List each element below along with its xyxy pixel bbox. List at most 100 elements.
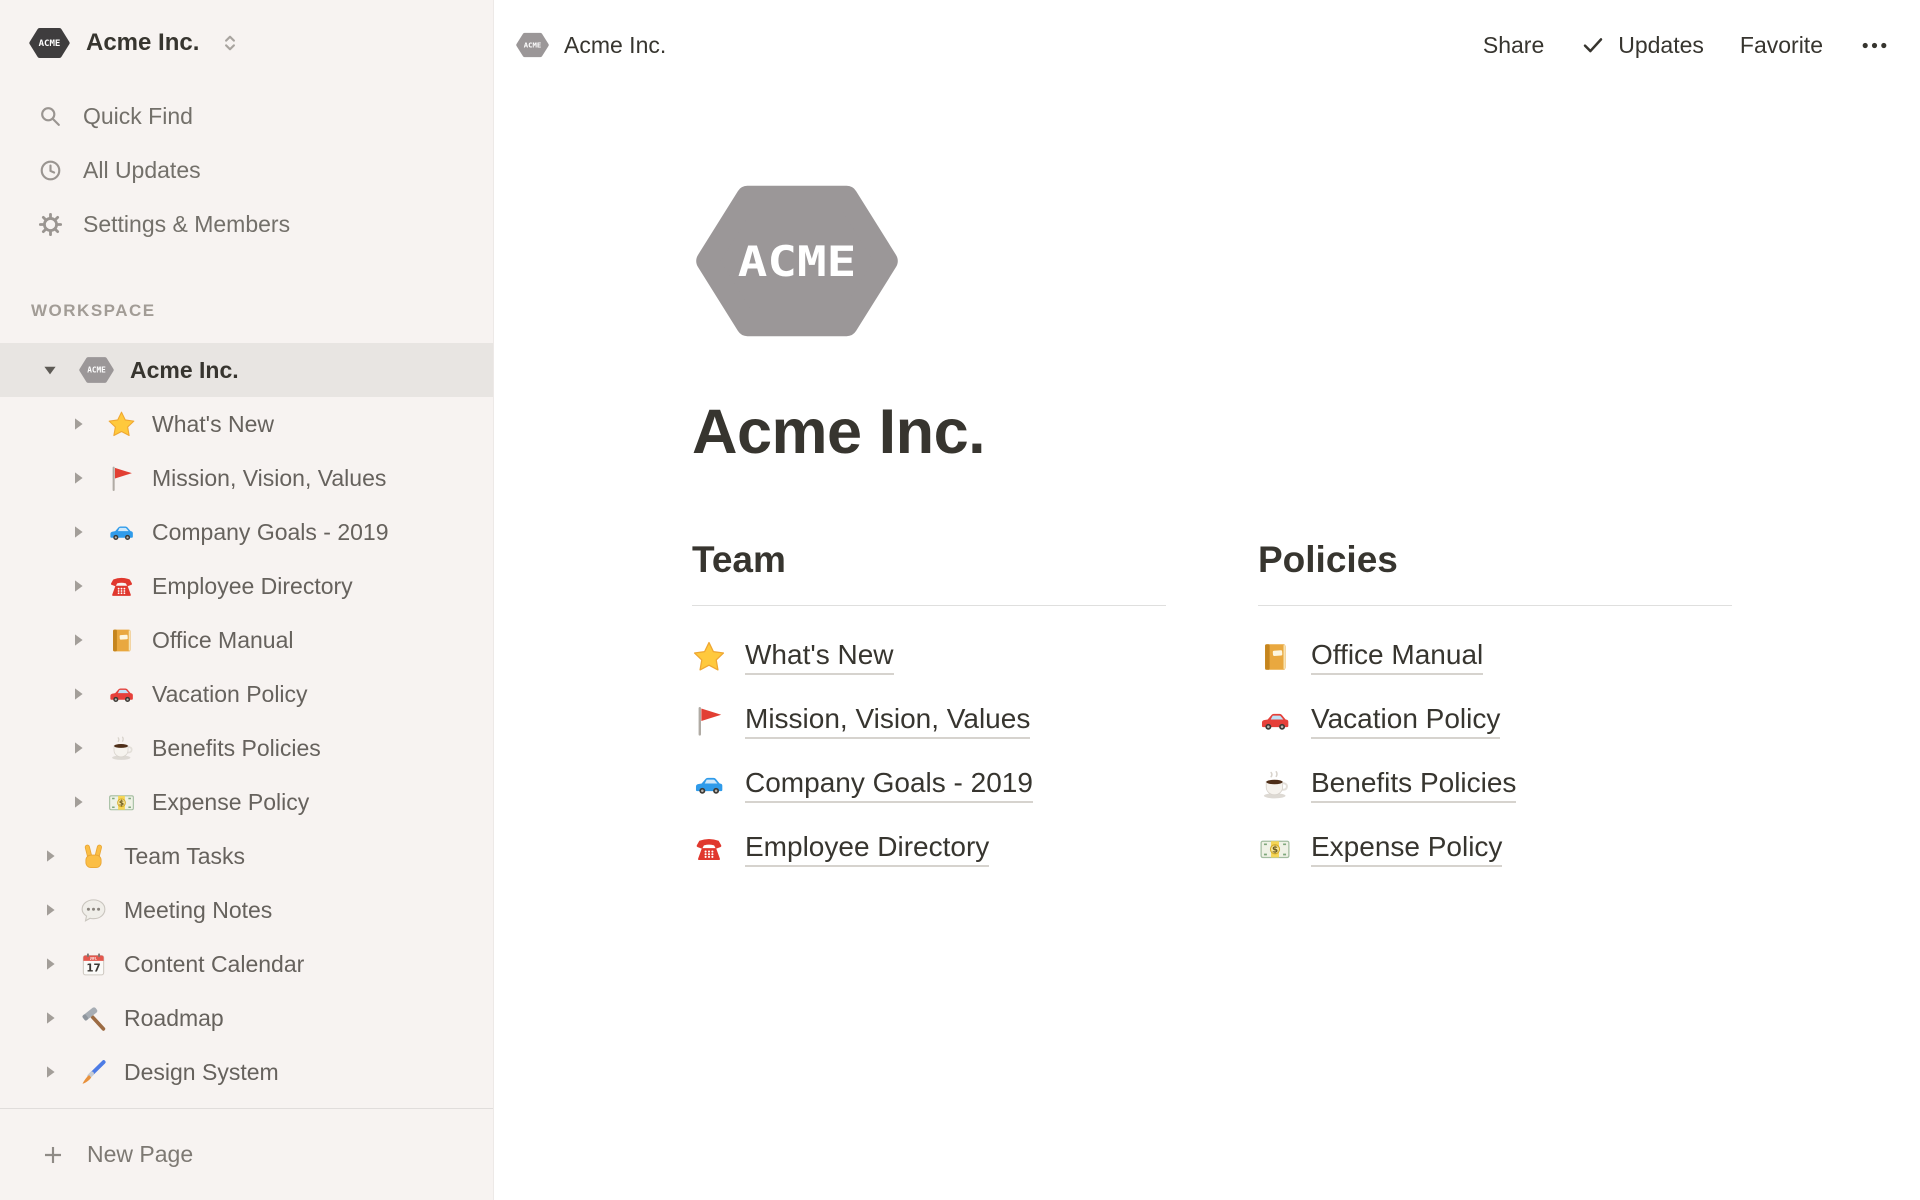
section-heading: Team bbox=[692, 538, 1166, 606]
caret-down-icon[interactable] bbox=[38, 358, 62, 382]
sidebar-page-label: Team Tasks bbox=[124, 843, 245, 870]
page-columns: Team What's New Mission, Vision, Values … bbox=[692, 538, 1920, 881]
breadcrumb-label: Acme Inc. bbox=[564, 32, 666, 59]
sidebar-page-mission-vision-values[interactable]: Mission, Vision, Values bbox=[0, 451, 493, 505]
section-link-list: What's New Mission, Vision, Values Compa… bbox=[692, 625, 1166, 881]
caret-right-icon[interactable] bbox=[66, 790, 90, 814]
speech-balloon-icon bbox=[79, 896, 108, 925]
hammer-icon bbox=[79, 1004, 108, 1033]
page-link-label[interactable]: Employee Directory bbox=[745, 831, 989, 867]
sidebar-page-label: Mission, Vision, Values bbox=[152, 465, 386, 492]
caret-right-icon[interactable] bbox=[66, 628, 90, 652]
page-link-expense-policy: $ Expense Policy bbox=[1258, 817, 1732, 881]
caret-right-icon[interactable] bbox=[66, 736, 90, 760]
updates-button[interactable]: Updates bbox=[1580, 32, 1704, 59]
svg-text:ACME: ACME bbox=[738, 237, 856, 286]
caret-right-icon[interactable] bbox=[66, 682, 90, 706]
caret-right-icon[interactable] bbox=[38, 952, 62, 976]
car-red-icon bbox=[1258, 704, 1292, 738]
new-page-button[interactable]: New Page bbox=[0, 1109, 493, 1200]
page-title: Acme Inc. bbox=[692, 400, 1920, 464]
workspace-switcher[interactable]: ACME Acme Inc. bbox=[0, 0, 493, 79]
flag-icon bbox=[692, 704, 726, 738]
caret-right-icon[interactable] bbox=[66, 574, 90, 598]
more-button[interactable] bbox=[1859, 30, 1890, 61]
plus-icon bbox=[40, 1142, 66, 1168]
sidebar-page-content-calendar[interactable]: JUL 17 Content Calendar bbox=[0, 937, 493, 991]
sidebar-footer: New Page bbox=[0, 1108, 493, 1200]
sidebar-page-roadmap[interactable]: Roadmap bbox=[0, 991, 493, 1045]
sidebar-item-label: Settings & Members bbox=[83, 211, 290, 238]
favorite-label: Favorite bbox=[1740, 32, 1823, 59]
sidebar-page-office-manual[interactable]: Office Manual bbox=[0, 613, 493, 667]
caret-right-icon[interactable] bbox=[66, 520, 90, 544]
check-icon bbox=[1580, 32, 1606, 58]
page-link-label[interactable]: Benefits Policies bbox=[1311, 767, 1516, 803]
section-policies: Policies Office Manual Vacation Policy B… bbox=[1258, 538, 1732, 881]
sidebar-page-what-s-new[interactable]: What's New bbox=[0, 397, 493, 451]
section-link-list: Office Manual Vacation Policy Benefits P… bbox=[1258, 625, 1732, 881]
workspace-logo-icon: ACME bbox=[29, 27, 70, 59]
paintbrush-icon bbox=[79, 1058, 108, 1087]
sidebar-page-benefits-policies[interactable]: Benefits Policies bbox=[0, 721, 493, 775]
caret-right-icon[interactable] bbox=[38, 898, 62, 922]
caret-right-icon[interactable] bbox=[38, 1060, 62, 1084]
sidebar-page-label: Employee Directory bbox=[152, 573, 353, 600]
sidebar-page-design-system[interactable]: Design System bbox=[0, 1045, 493, 1099]
caret-right-icon[interactable] bbox=[66, 412, 90, 436]
svg-text:JUL: JUL bbox=[89, 956, 97, 960]
page-link-label[interactable]: What's New bbox=[745, 639, 894, 675]
sidebar-page-label: Design System bbox=[124, 1059, 279, 1086]
sidebar-page-employee-directory[interactable]: Employee Directory bbox=[0, 559, 493, 613]
sidebar-page-label: What's New bbox=[152, 411, 274, 438]
calendar-icon: JUL 17 bbox=[79, 950, 108, 979]
breadcrumb[interactable]: ACME Acme Inc. bbox=[516, 32, 666, 59]
new-page-label: New Page bbox=[87, 1141, 193, 1168]
phone-icon bbox=[107, 572, 136, 601]
caret-right-icon[interactable] bbox=[38, 1006, 62, 1030]
ledger-icon bbox=[107, 626, 136, 655]
caret-right-icon[interactable] bbox=[66, 466, 90, 490]
page-link-office-manual: Office Manual bbox=[1258, 625, 1732, 689]
page-link-label[interactable]: Vacation Policy bbox=[1311, 703, 1500, 739]
victory-hand-icon bbox=[79, 842, 108, 871]
acme-badge-icon: ACME bbox=[79, 356, 114, 384]
sidebar-page-team-tasks[interactable]: Team Tasks bbox=[0, 829, 493, 883]
sidebar-page-company-goals-2019[interactable]: Company Goals - 2019 bbox=[0, 505, 493, 559]
sidebar-page-label: Company Goals - 2019 bbox=[152, 519, 389, 546]
sidebar-item-settings-members[interactable]: Settings & Members bbox=[0, 197, 493, 251]
sidebar-page-label: Content Calendar bbox=[124, 951, 304, 978]
workspace-switch-icon[interactable] bbox=[217, 30, 243, 56]
page-link-label[interactable]: Company Goals - 2019 bbox=[745, 767, 1033, 803]
page-link-label[interactable]: Expense Policy bbox=[1311, 831, 1502, 867]
gear-icon bbox=[37, 211, 64, 238]
share-button[interactable]: Share bbox=[1483, 32, 1544, 59]
page-link-what-s-new: What's New bbox=[692, 625, 1166, 689]
sidebar-page-tree: ACME Acme Inc. What's New Mission, Visio… bbox=[0, 343, 493, 1099]
favorite-button[interactable]: Favorite bbox=[1740, 32, 1823, 59]
sidebar-page-label: Meeting Notes bbox=[124, 897, 272, 924]
app-window: ACME Acme Inc. Quick Find All Updates Se… bbox=[0, 0, 1920, 1200]
sidebar-page-meeting-notes[interactable]: Meeting Notes bbox=[0, 883, 493, 937]
search-icon bbox=[37, 103, 64, 130]
sidebar-page-acme-inc[interactable]: ACME Acme Inc. bbox=[0, 343, 493, 397]
coffee-icon bbox=[107, 734, 136, 763]
svg-text:ACME: ACME bbox=[524, 41, 542, 50]
sidebar-item-quick-find[interactable]: Quick Find bbox=[0, 89, 493, 143]
sidebar-page-expense-policy[interactable]: $ Expense Policy bbox=[0, 775, 493, 829]
phone-icon bbox=[692, 832, 726, 866]
sidebar-item-label: Quick Find bbox=[83, 103, 193, 130]
sidebar-item-all-updates[interactable]: All Updates bbox=[0, 143, 493, 197]
page-link-label[interactable]: Mission, Vision, Values bbox=[745, 703, 1030, 739]
clock-icon bbox=[37, 157, 64, 184]
page-link-employee-directory: Employee Directory bbox=[692, 817, 1166, 881]
sidebar-page-vacation-policy[interactable]: Vacation Policy bbox=[0, 667, 493, 721]
page-link-label[interactable]: Office Manual bbox=[1311, 639, 1483, 675]
page-link-vacation-policy: Vacation Policy bbox=[1258, 689, 1732, 753]
section-team: Team What's New Mission, Vision, Values … bbox=[692, 538, 1166, 881]
svg-text:17: 17 bbox=[86, 962, 100, 974]
sidebar-page-label: Roadmap bbox=[124, 1005, 224, 1032]
caret-right-icon[interactable] bbox=[38, 844, 62, 868]
page-logo-icon[interactable]: ACME bbox=[692, 181, 902, 341]
topbar-actions: Share Updates Favorite bbox=[1483, 30, 1890, 61]
